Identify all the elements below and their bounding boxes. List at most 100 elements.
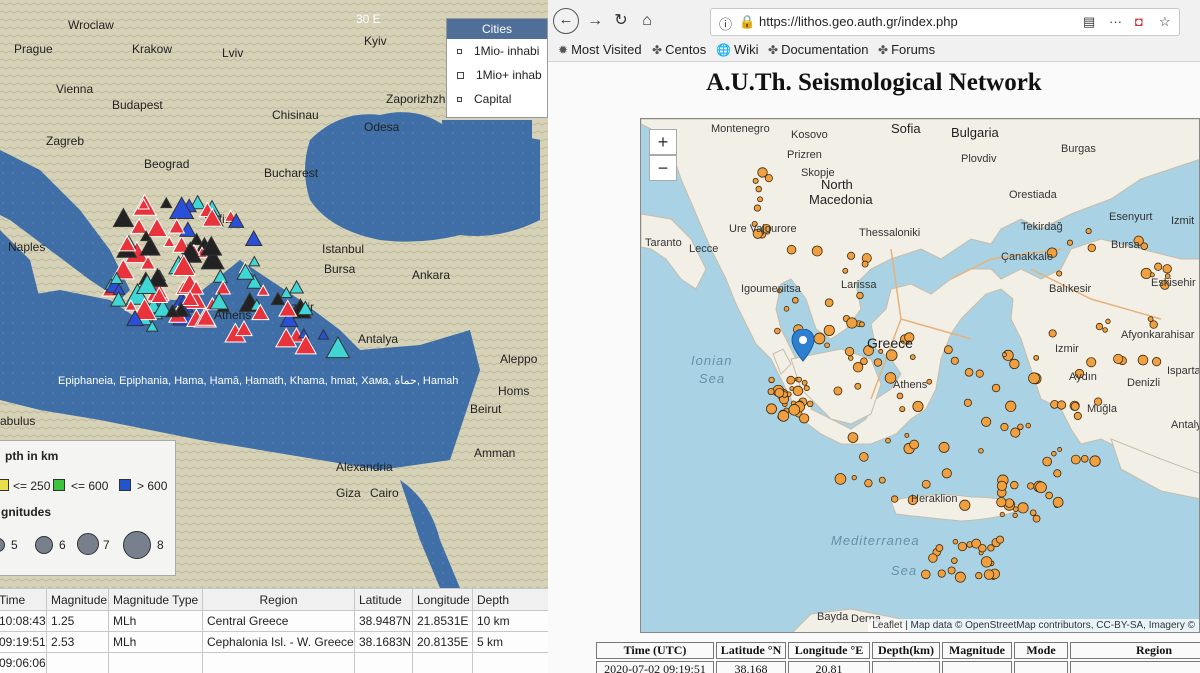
event-triangle-icon[interactable] <box>112 207 135 227</box>
more-actions-icon[interactable]: ··· <box>1109 14 1122 29</box>
map-attribution[interactable]: Leaflet | Map data © OpenStreetMap contr… <box>868 619 1199 632</box>
earthquake-dot[interactable] <box>964 368 974 377</box>
earthquake-dot[interactable] <box>1086 357 1097 368</box>
earthquake-dot[interactable] <box>1162 264 1172 274</box>
earthquake-dot[interactable] <box>1017 423 1024 431</box>
earthquake-dot[interactable] <box>1073 411 1082 421</box>
earthquake-dot[interactable] <box>1048 329 1057 338</box>
event-triangle-icon[interactable] <box>289 279 305 294</box>
earthquake-dot[interactable] <box>783 306 790 312</box>
earthquake-dot[interactable] <box>952 538 959 545</box>
bookmark-star-icon[interactable]: ☆ <box>1159 14 1171 30</box>
earthquake-dot[interactable] <box>786 375 796 385</box>
earthquake-dot[interactable] <box>834 473 847 485</box>
earthquake-dot[interactable] <box>846 317 858 329</box>
earthquake-dot[interactable] <box>950 356 959 365</box>
bookmark-wiki[interactable]: 🌐 Wiki <box>716 42 759 57</box>
earthquake-dot[interactable] <box>752 177 759 184</box>
earthquake-dot[interactable] <box>1028 372 1040 385</box>
earthquake-dot[interactable] <box>1105 318 1111 325</box>
earthquake-dot[interactable] <box>975 369 984 378</box>
earthquake-dot[interactable] <box>788 404 801 416</box>
earthquake-dot[interactable] <box>996 497 1007 508</box>
earthquake-dot[interactable] <box>1032 514 1041 523</box>
earthquake-dot[interactable] <box>1149 320 1158 329</box>
earthquake-dot[interactable] <box>766 403 777 415</box>
earthquake-dot[interactable] <box>753 204 761 212</box>
event-triangle-icon[interactable] <box>168 218 186 234</box>
earthquake-dot[interactable] <box>1000 422 1009 432</box>
seismicity-map[interactable]: + − Montenegro Kosovo Sofia Bulgaria Pri… <box>640 118 1200 633</box>
column-header[interactable]: Region <box>1070 642 1200 659</box>
table-row[interactable]: 10:08:43 1.25 MLh Central Greece 38.9487… <box>0 610 548 632</box>
earthquake-dot[interactable] <box>1140 267 1152 280</box>
earthquake-dot[interactable] <box>983 569 995 580</box>
column-header[interactable]: Region <box>202 588 355 611</box>
earthquake-dot[interactable] <box>755 185 763 193</box>
column-header[interactable]: Magnitude <box>46 588 109 611</box>
earthquake-dot[interactable] <box>768 376 775 384</box>
earthquake-dot[interactable] <box>1017 502 1029 514</box>
bookmark-documentation[interactable]: ✤ Documentation <box>768 42 869 57</box>
earthquake-dot[interactable] <box>824 298 834 308</box>
earthquake-dot[interactable] <box>921 569 931 580</box>
earthquake-dot[interactable] <box>851 475 857 481</box>
earthquake-dot[interactable] <box>941 468 952 479</box>
location-pin-icon[interactable] <box>791 329 815 363</box>
left-map[interactable]: Wroclaw Krakow Lviv Kyiv Prague Vienna B… <box>0 0 548 588</box>
earthquake-dot[interactable] <box>786 244 797 255</box>
earthquake-dot[interactable] <box>943 345 953 355</box>
earthquake-dot[interactable] <box>767 388 775 396</box>
earthquake-dot[interactable] <box>777 410 790 422</box>
earthquake-dot[interactable] <box>1027 482 1035 490</box>
bookmark-centos[interactable]: ✤ Centos <box>652 42 706 57</box>
column-header[interactable]: Time (UTC) <box>596 642 714 659</box>
earthquake-dot[interactable] <box>926 378 933 385</box>
earthquake-dot[interactable] <box>981 416 992 427</box>
earthquake-dot[interactable] <box>878 476 886 484</box>
zoom-out-button[interactable]: − <box>649 155 677 181</box>
earthquake-dot[interactable] <box>1012 512 1018 518</box>
earthquake-dot[interactable] <box>1033 354 1040 361</box>
earthquake-dot[interactable] <box>1152 357 1162 367</box>
earthquake-dot[interactable] <box>1029 509 1037 517</box>
earthquake-dot[interactable] <box>1087 243 1097 253</box>
earthquake-dot[interactable] <box>813 332 826 345</box>
earthquake-dot[interactable] <box>1113 353 1124 364</box>
earthquake-dot[interactable] <box>799 413 810 424</box>
earthquake-dot[interactable] <box>1154 262 1163 271</box>
earthquake-dot[interactable] <box>1095 322 1104 331</box>
earthquake-dot[interactable] <box>1009 358 1020 370</box>
earthquake-dot[interactable] <box>861 260 869 268</box>
bookmark-most-visited[interactable]: ✹ Most Visited <box>558 42 642 57</box>
earthquake-dot[interactable] <box>1089 455 1101 467</box>
earthquake-dot[interactable] <box>774 327 781 335</box>
earthquake-dot[interactable] <box>1025 422 1031 429</box>
table-row[interactable]: 09:19:51 2.53 MLh Cephalonia Isl. - W. G… <box>0 631 548 653</box>
earthquake-dot[interactable] <box>1085 228 1092 235</box>
earthquake-dot[interactable] <box>978 544 987 553</box>
earthquake-dot[interactable] <box>1056 400 1067 410</box>
earthquake-dot[interactable] <box>963 398 972 407</box>
earthquake-dot[interactable] <box>860 357 868 366</box>
forward-button[interactable]: → <box>584 8 606 34</box>
earthquake-dot[interactable] <box>909 439 920 450</box>
earthquake-dot[interactable] <box>757 196 763 203</box>
earthquake-dot[interactable] <box>1042 456 1052 467</box>
event-triangle-icon[interactable] <box>244 229 263 246</box>
earthquake-dot[interactable] <box>1140 242 1149 250</box>
earthquake-dot[interactable] <box>1052 496 1064 508</box>
earthquake-dot[interactable] <box>1004 498 1015 508</box>
event-triangle-icon[interactable] <box>162 235 176 247</box>
earthquake-dot[interactable] <box>980 556 993 568</box>
earthquake-dot[interactable] <box>859 321 865 328</box>
earthquake-dot[interactable] <box>854 382 862 390</box>
back-button[interactable]: ← <box>553 8 579 34</box>
earthquake-dot[interactable] <box>978 448 984 454</box>
earthquake-dot[interactable] <box>1010 480 1019 490</box>
earthquake-dot[interactable] <box>801 379 808 386</box>
reader-view-icon[interactable]: ▤ <box>1083 14 1095 30</box>
event-triangle-icon[interactable] <box>215 279 232 295</box>
table-row[interactable]: 2020-07-02 09:19:51 38.168 20.81 <box>596 661 1200 673</box>
column-header[interactable]: Latitude <box>354 588 413 611</box>
